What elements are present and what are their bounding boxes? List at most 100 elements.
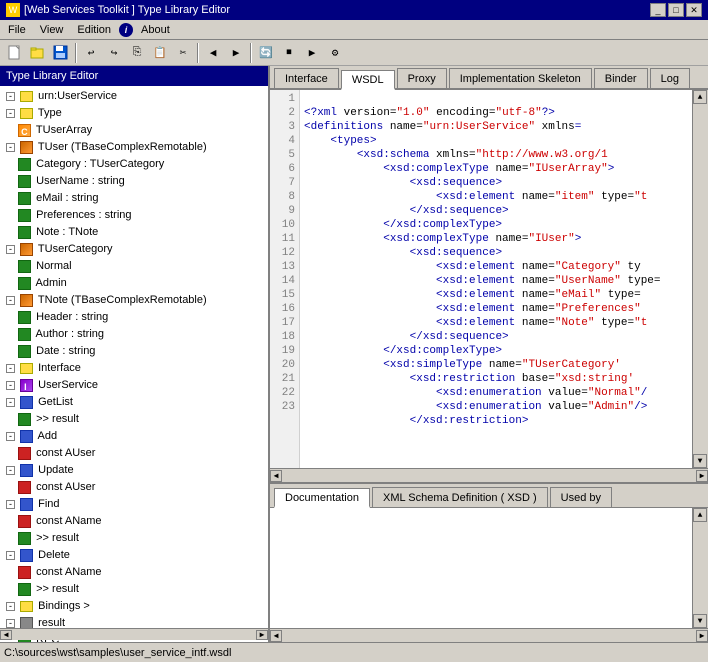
maximize-button[interactable]: □: [668, 3, 684, 17]
tab-interface[interactable]: Interface: [274, 68, 339, 88]
h-scrollbar-bottom[interactable]: ◀ ▶: [270, 628, 708, 642]
prop-icon: [18, 226, 31, 239]
tree-item-add-auser[interactable]: const AUser: [2, 445, 266, 462]
minimize-button[interactable]: _: [650, 3, 666, 17]
tree-item-interface[interactable]: - Interface: [2, 360, 266, 377]
stop-button[interactable]: ⏹: [278, 42, 300, 64]
tab-used-by[interactable]: Used by: [550, 487, 612, 507]
expand-bindings-result[interactable]: -: [6, 619, 15, 628]
tree-item-header[interactable]: Header : string: [2, 309, 266, 326]
refresh-button[interactable]: 🔄: [255, 42, 277, 64]
tree-item-category[interactable]: Category : TUserCategory: [2, 156, 266, 173]
tree-label-note: Note : TNote: [36, 226, 98, 238]
tab-binder[interactable]: Binder: [594, 68, 648, 88]
class-icon-tusercategory: [20, 243, 33, 256]
run-button[interactable]: ▶: [301, 42, 323, 64]
tree-item-preferences[interactable]: Preferences : string: [2, 207, 266, 224]
tree-item-userservice[interactable]: - UserService: [2, 377, 266, 394]
paste-button[interactable]: 📋: [149, 42, 171, 64]
bottom-scroll-down[interactable]: ▼: [693, 614, 707, 628]
code-area[interactable]: 1 2 3 4 5 6 7 8 9 10 11 12 13 14: [270, 90, 692, 468]
tree-item-date[interactable]: Date : string: [2, 343, 266, 360]
tab-log[interactable]: Log: [650, 68, 690, 88]
tree-item-find-aname[interactable]: const AName: [2, 513, 266, 530]
expand-tuser[interactable]: -: [6, 143, 15, 152]
save-button[interactable]: [50, 42, 72, 64]
tree-item-tuserarray[interactable]: TUserArray: [2, 122, 266, 139]
v-scrollbar-bottom[interactable]: ▲ ▼: [692, 508, 708, 628]
undo-button[interactable]: ↩: [80, 42, 102, 64]
tree-label-getlist: GetList: [38, 396, 73, 408]
expand-bindings[interactable]: -: [6, 602, 15, 611]
tab-proxy[interactable]: Proxy: [397, 68, 447, 88]
tree-item-username[interactable]: UserName : string: [2, 173, 266, 190]
tree-item-note[interactable]: Note : TNote: [2, 224, 266, 241]
prop-icon: [18, 158, 31, 171]
expand-update[interactable]: -: [6, 466, 15, 475]
new-button[interactable]: [4, 42, 26, 64]
tree-item-delete-aname[interactable]: const AName: [2, 564, 266, 581]
close-button[interactable]: ✕: [686, 3, 702, 17]
scroll-right-btn[interactable]: ▶: [256, 630, 268, 640]
expand-userservice[interactable]: -: [6, 381, 15, 390]
tree-item-update-auser[interactable]: const AUser: [2, 479, 266, 496]
bottom-scroll-up[interactable]: ▲: [693, 508, 707, 522]
tree-item-email[interactable]: eMail : string: [2, 190, 266, 207]
toolbar-separator-2: [197, 43, 199, 63]
expand-getlist[interactable]: -: [6, 398, 15, 407]
bottom-h-scroll-left[interactable]: ◀: [270, 630, 282, 642]
tree-item-add[interactable]: - Add: [2, 428, 266, 445]
tree-item-admin[interactable]: Admin: [2, 275, 266, 292]
tree-item-getlist[interactable]: - GetList: [2, 394, 266, 411]
expand-tnote[interactable]: -: [6, 296, 15, 305]
menu-file[interactable]: File: [2, 22, 32, 38]
scroll-down-btn[interactable]: ▼: [693, 454, 707, 468]
menu-view[interactable]: View: [34, 22, 70, 38]
tab-documentation[interactable]: Documentation: [274, 488, 370, 508]
h-scrollbar-code[interactable]: ◀ ▶: [270, 468, 708, 482]
expand-root[interactable]: -: [6, 92, 15, 101]
copy-button[interactable]: ⎘: [126, 42, 148, 64]
tree-item-update[interactable]: - Update: [2, 462, 266, 479]
forward-button[interactable]: ▶: [225, 42, 247, 64]
v-scrollbar-code[interactable]: ▲ ▼: [692, 90, 708, 468]
tree-item-find-result[interactable]: >> result: [2, 530, 266, 547]
menu-edition[interactable]: Edition: [71, 22, 117, 38]
tree-label-update: Update: [38, 464, 73, 476]
toolbar-separator-3: [250, 43, 252, 63]
tree-item-tusercategory[interactable]: - TUserCategory: [2, 241, 266, 258]
tree-item-type[interactable]: - Type: [2, 105, 266, 122]
redo-button[interactable]: ↪: [103, 42, 125, 64]
tree-item-delete-result[interactable]: >> result: [2, 581, 266, 598]
tree-item-normal[interactable]: Normal: [2, 258, 266, 275]
tree-item-author[interactable]: Author : string: [2, 326, 266, 343]
menu-about[interactable]: About: [135, 22, 176, 38]
tree-container[interactable]: - urn:UserService - Type TUserArray: [0, 86, 268, 642]
open-button[interactable]: [27, 42, 49, 64]
settings-button[interactable]: ⚙: [324, 42, 346, 64]
expand-find[interactable]: -: [6, 500, 15, 509]
bottom-h-scroll-right[interactable]: ▶: [696, 630, 708, 642]
tab-xsd[interactable]: XML Schema Definition ( XSD ): [372, 487, 548, 507]
tree-item-tuser[interactable]: - TUser (TBaseComplexRemotable): [2, 139, 266, 156]
cut-button[interactable]: ✂: [172, 42, 194, 64]
code-scroll-left[interactable]: ◀: [270, 470, 282, 482]
h-scrollbar-left[interactable]: ◀ ▶: [0, 628, 268, 640]
expand-interface[interactable]: -: [6, 364, 15, 373]
tree-item-bindings[interactable]: - Bindings >: [2, 598, 266, 615]
expand-tusercategory[interactable]: -: [6, 245, 15, 254]
expand-type[interactable]: -: [6, 109, 15, 118]
tree-item-find[interactable]: - Find: [2, 496, 266, 513]
expand-delete[interactable]: -: [6, 551, 15, 560]
code-scroll-right[interactable]: ▶: [696, 470, 708, 482]
scroll-up-btn[interactable]: ▲: [693, 90, 707, 104]
expand-add[interactable]: -: [6, 432, 15, 441]
back-button[interactable]: ◀: [202, 42, 224, 64]
tree-item-getlist-result[interactable]: >> result: [2, 411, 266, 428]
tab-implementation-skeleton[interactable]: Implementation Skeleton: [449, 68, 592, 88]
tree-item-root[interactable]: - urn:UserService: [2, 88, 266, 105]
tree-item-delete[interactable]: - Delete: [2, 547, 266, 564]
tree-item-tnote[interactable]: - TNote (TBaseComplexRemotable): [2, 292, 266, 309]
tab-wsdl[interactable]: WSDL: [341, 70, 395, 90]
scroll-left-btn[interactable]: ◀: [0, 630, 12, 640]
